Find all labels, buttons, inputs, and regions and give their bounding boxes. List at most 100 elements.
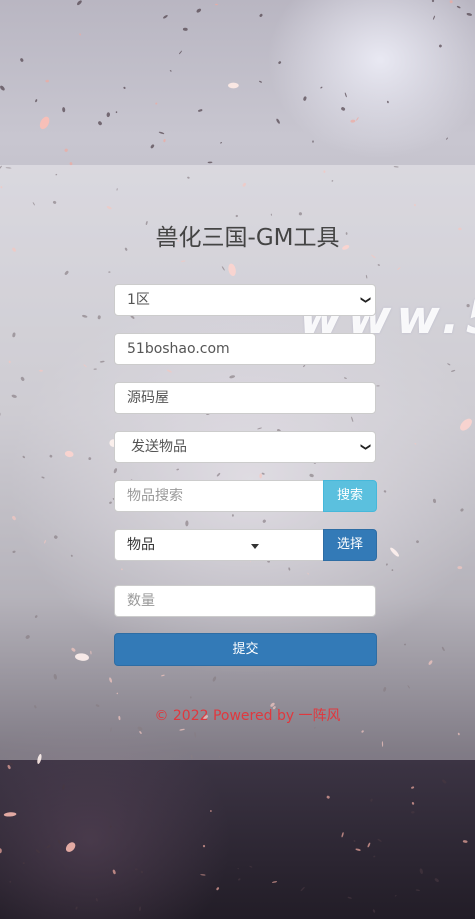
petal-particle (341, 832, 344, 838)
petal-particle (106, 112, 111, 118)
item-search-placeholder: 物品搜索 (127, 488, 183, 504)
quantity-placeholder: 数量 (127, 593, 155, 609)
petal-particle (320, 86, 323, 89)
petal-particle (79, 33, 81, 36)
petal-particle (35, 849, 40, 854)
petal-particle (197, 109, 203, 112)
petal-particle (353, 839, 356, 843)
petal-particle (411, 802, 415, 805)
petal-particle (259, 80, 262, 83)
petal-particle (112, 869, 116, 875)
account-input[interactable]: 51boshao.com (114, 333, 376, 365)
petal-particle (355, 848, 361, 851)
petal-particle (134, 868, 138, 871)
petal-particle (411, 786, 415, 789)
action-select-value: 发送物品 (131, 439, 187, 455)
account-input-value: 51boshao.com (127, 341, 230, 357)
petal-particle (367, 842, 371, 848)
item-search-input[interactable]: 物品搜索 (114, 480, 324, 512)
petal-particle (75, 906, 78, 910)
petal-particle (7, 764, 11, 770)
petal-particle (278, 61, 282, 64)
petal-particle (442, 779, 447, 784)
petal-particle (347, 896, 352, 899)
petal-particle (57, 839, 61, 845)
petal-particle (210, 810, 212, 812)
petal-particle (20, 58, 24, 62)
petal-particle (200, 874, 206, 876)
petal-particle (207, 161, 213, 164)
petal-particle (228, 82, 239, 89)
petal-particle (158, 131, 165, 135)
petal-particle (312, 140, 314, 143)
petal-particle (22, 862, 25, 865)
petal-particle (415, 889, 420, 891)
role-input-value: 源码屋 (127, 390, 169, 406)
petal-particle (419, 868, 423, 875)
petal-particle (62, 784, 65, 790)
petal-particle (216, 887, 220, 891)
chevron-down-icon: ❯ (359, 295, 371, 305)
petal-particle (77, 0, 82, 6)
select-item-button[interactable]: 选择 (323, 529, 377, 561)
petal-particle (386, 100, 389, 104)
role-input[interactable]: 源码屋 (114, 382, 376, 414)
petal-particle (109, 825, 112, 828)
action-select[interactable]: 发送物品 ❯ (114, 431, 376, 463)
petal-particle (155, 102, 158, 105)
petal-particle (237, 868, 240, 870)
petal-particle (271, 881, 278, 883)
petal-particle (350, 119, 356, 123)
petal-particle (303, 96, 307, 101)
petal-particle (220, 142, 223, 144)
petal-particle (434, 878, 439, 882)
petal-particle (139, 906, 141, 912)
petal-particle (179, 50, 182, 55)
item-select[interactable]: 物品 (114, 529, 324, 561)
petal-particle (98, 121, 102, 126)
petal-particle (372, 909, 376, 913)
petal-particle (438, 44, 442, 48)
quantity-input[interactable]: 数量 (114, 585, 376, 617)
petal-particle (466, 12, 473, 16)
petal-particle (65, 842, 76, 852)
petal-particle (169, 70, 172, 72)
petal-particle (411, 811, 415, 814)
caret-down-icon (251, 544, 259, 549)
petal-particle (202, 844, 206, 848)
search-button[interactable]: 搜索 (323, 480, 377, 512)
page-title: 兽化三国-GM工具 (155, 225, 340, 251)
petal-particle (46, 844, 51, 849)
petal-particle (95, 898, 98, 902)
petal-particle (196, 8, 202, 13)
petal-particle (370, 798, 373, 802)
petal-particle (446, 137, 448, 140)
petal-particle (462, 840, 468, 843)
petal-particle (356, 117, 359, 121)
server-select-value: 1区 (127, 292, 150, 308)
petal-particle (163, 15, 168, 19)
petal-particle (0, 85, 5, 91)
petal-particle (163, 139, 166, 143)
petal-particle (431, 0, 435, 2)
petal-particle (238, 878, 241, 881)
petal-particle (276, 118, 280, 124)
petal-particle (326, 795, 330, 799)
petal-particle (456, 5, 461, 9)
petal-particle (0, 848, 2, 854)
petal-particle (3, 812, 17, 817)
footer-copyright: © 2022 Powered by 一阵风 (154, 708, 341, 724)
item-select-value: 物品 (127, 537, 155, 553)
submit-button[interactable]: 提交 (114, 633, 377, 666)
petal-particle (394, 894, 397, 897)
petal-particle (377, 838, 382, 842)
petal-particle (432, 15, 436, 20)
petal-particle (64, 148, 68, 152)
petal-particle (45, 79, 49, 83)
petal-particle (150, 144, 155, 149)
petal-particle (140, 870, 144, 874)
server-select[interactable]: 1区 ❯ (114, 284, 376, 316)
petal-particle (39, 116, 50, 130)
petal-particle (249, 865, 253, 868)
petal-particle (373, 855, 376, 858)
